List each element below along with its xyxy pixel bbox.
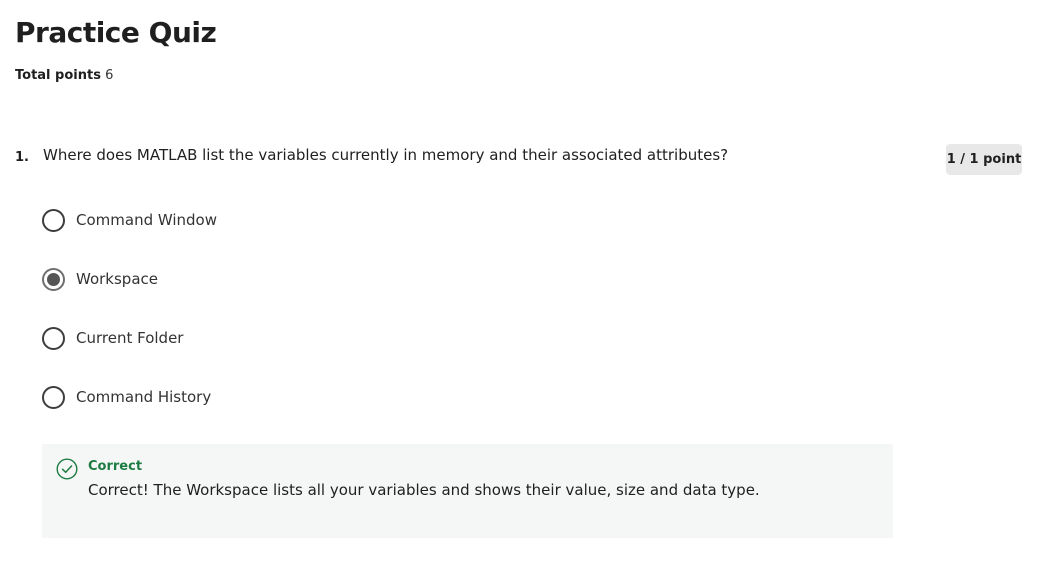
total-points: Total points 6 — [15, 67, 113, 85]
radio-button[interactable] — [42, 208, 65, 232]
quiz-page: Practice Quiz Total points 6 1. Where do… — [0, 0, 1053, 571]
score-badge: 1 / 1 point — [946, 144, 1022, 175]
radio-button[interactable] — [42, 385, 65, 409]
feedback-status: Correct — [88, 459, 143, 474]
feedback-panel: Correct Correct! The Workspace lists all… — [42, 444, 893, 538]
radio-button[interactable] — [42, 326, 65, 350]
option-current-folder[interactable]: Current Folder — [42, 326, 183, 350]
option-workspace[interactable]: Workspace — [42, 267, 158, 291]
option-command-history[interactable]: Command History — [42, 385, 211, 409]
option-label: Command History — [76, 388, 212, 406]
option-label: Command Window — [76, 211, 218, 229]
total-points-value: 6 — [105, 68, 114, 83]
option-command-window[interactable]: Command Window — [42, 208, 217, 232]
feedback-message: Correct! The Workspace lists all your va… — [88, 481, 760, 499]
question-text: Where does MATLAB list the variables cur… — [43, 146, 729, 164]
page-title: Practice Quiz — [15, 16, 217, 49]
question-number: 1. — [15, 150, 29, 165]
option-label: Current Folder — [76, 329, 184, 347]
check-circle-icon — [56, 458, 78, 480]
radio-button-selected[interactable] — [42, 267, 65, 291]
total-points-label: Total points — [15, 68, 101, 83]
option-label: Workspace — [76, 270, 158, 288]
